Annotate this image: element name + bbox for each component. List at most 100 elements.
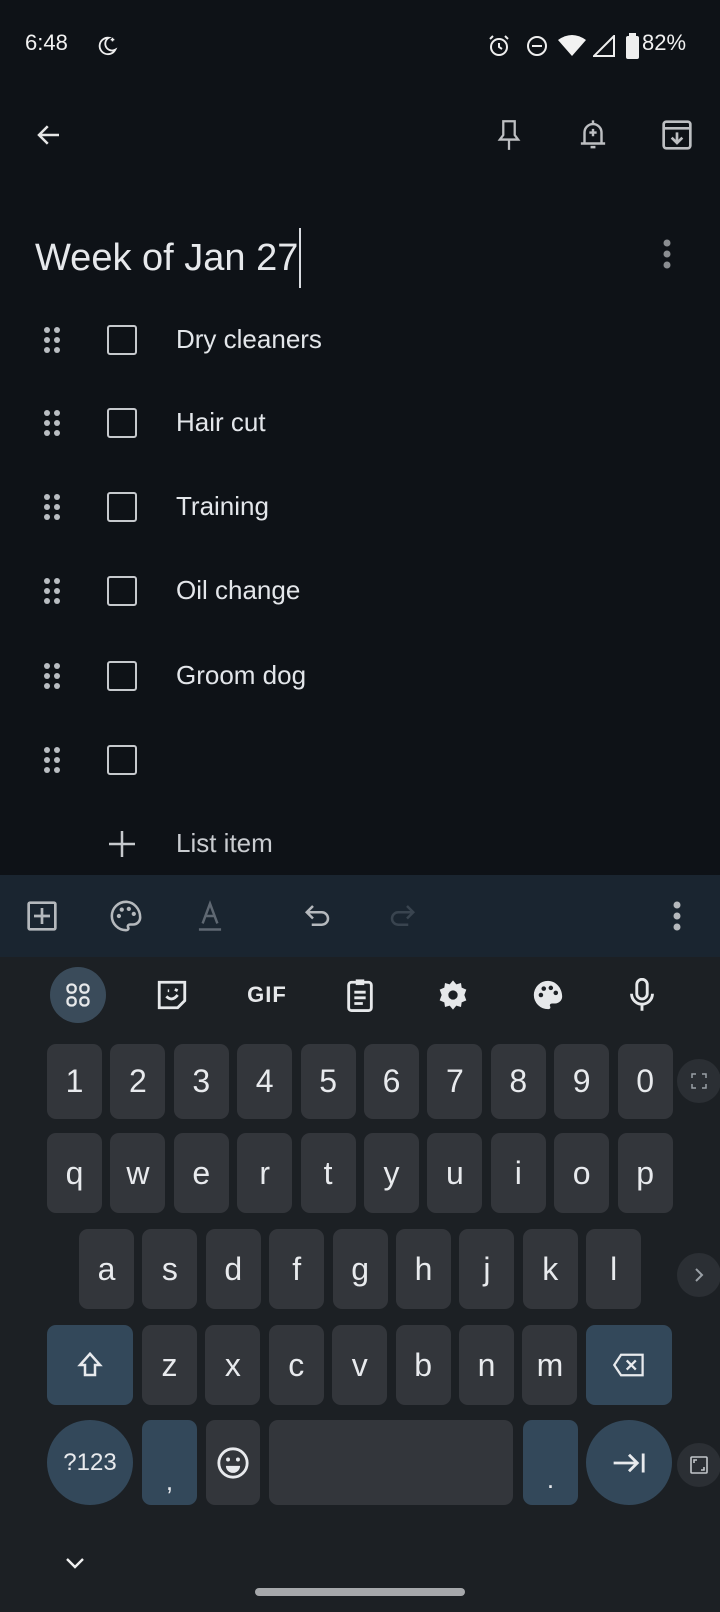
pin-icon[interactable] (489, 115, 529, 155)
key-4[interactable]: 4 (237, 1044, 293, 1119)
back-arrow-icon[interactable] (29, 115, 69, 155)
comma-key[interactable]: , (142, 1420, 197, 1505)
key-q[interactable]: q (47, 1133, 102, 1213)
key-v[interactable]: v (332, 1325, 388, 1405)
drag-handle-icon[interactable] (42, 493, 62, 521)
drag-handle-icon[interactable] (42, 746, 62, 774)
theme-palette-icon[interactable] (529, 976, 567, 1014)
alarm-icon (486, 33, 512, 59)
key-i[interactable]: i (490, 1133, 546, 1213)
drag-handle-icon[interactable] (42, 409, 62, 437)
list-item-text[interactable]: Oil change (176, 575, 300, 606)
redo-icon (384, 898, 420, 934)
checkbox[interactable] (107, 325, 137, 355)
key-a[interactable]: a (79, 1229, 134, 1309)
note-title: Week of Jan 27 (35, 236, 299, 279)
expand-keyboard-icon[interactable] (677, 1059, 720, 1103)
battery-percent: 82% (642, 30, 687, 55)
space-key[interactable] (269, 1420, 513, 1505)
key-j[interactable]: j (459, 1229, 515, 1309)
key-6[interactable]: 6 (364, 1044, 419, 1119)
more-vert-icon[interactable] (663, 898, 691, 934)
backspace-key[interactable] (586, 1325, 672, 1405)
list-item: Groom dog (0, 646, 720, 706)
add-list-item-button[interactable]: List item (0, 814, 720, 874)
key-c[interactable]: c (268, 1325, 324, 1405)
symbols-key[interactable]: ?123 (47, 1420, 133, 1505)
key-2[interactable]: 2 (110, 1044, 166, 1119)
battery-icon (625, 32, 639, 60)
checkbox[interactable] (107, 661, 137, 691)
undo-icon[interactable] (300, 898, 336, 934)
key-k[interactable]: k (522, 1229, 578, 1309)
status-time: 6:48 (25, 30, 68, 55)
list-item-text[interactable]: Training (176, 491, 269, 522)
key-h[interactable]: h (396, 1229, 451, 1309)
home-gesture-handle[interactable] (255, 1588, 465, 1596)
add-box-icon[interactable] (24, 898, 60, 934)
apps-grid-icon[interactable] (50, 967, 106, 1023)
drag-handle-icon[interactable] (42, 577, 62, 605)
key-x[interactable]: x (205, 1325, 261, 1405)
key-1[interactable]: 1 (47, 1044, 102, 1119)
bedtime-icon (95, 34, 119, 58)
key-p[interactable]: p (617, 1133, 673, 1213)
key-0[interactable]: 0 (617, 1044, 673, 1119)
clipboard-icon[interactable] (341, 976, 379, 1014)
key-o[interactable]: o (554, 1133, 610, 1213)
note-title-input[interactable]: Week of Jan 27 (35, 228, 302, 288)
key-g[interactable]: g (332, 1229, 388, 1309)
list-item-text[interactable]: Dry cleaners (176, 324, 322, 355)
list-item-text[interactable]: Groom dog (176, 660, 306, 691)
list-item-text[interactable]: Hair cut (176, 407, 266, 438)
key-5[interactable]: 5 (300, 1044, 356, 1119)
floating-keyboard-icon[interactable] (677, 1443, 720, 1487)
tab-next-key[interactable] (586, 1420, 672, 1505)
chevron-right-icon[interactable] (677, 1253, 720, 1297)
microphone-icon[interactable] (623, 976, 661, 1014)
list-item: Dry cleaners (0, 310, 720, 370)
key-z[interactable]: z (142, 1325, 197, 1405)
key-l[interactable]: l (586, 1229, 642, 1309)
list-item: Hair cut (0, 393, 720, 453)
shift-key[interactable] (47, 1325, 133, 1405)
key-8[interactable]: 8 (490, 1044, 546, 1119)
hide-keyboard-chevron-icon[interactable] (60, 1550, 90, 1576)
key-r[interactable]: r (237, 1133, 293, 1213)
emoji-key[interactable] (206, 1420, 260, 1505)
key-n[interactable]: n (459, 1325, 514, 1405)
key-m[interactable]: m (522, 1325, 578, 1405)
key-f[interactable]: f (269, 1229, 325, 1309)
more-vert-icon[interactable] (653, 234, 681, 274)
dnd-icon (524, 33, 550, 59)
key-7[interactable]: 7 (427, 1044, 483, 1119)
checkbox[interactable] (107, 492, 137, 522)
plus-icon (106, 828, 138, 860)
checkbox[interactable] (107, 745, 137, 775)
archive-icon[interactable] (657, 115, 697, 155)
text-format-icon[interactable] (192, 898, 228, 934)
add-list-item-label: List item (176, 828, 273, 858)
key-u[interactable]: u (427, 1133, 483, 1213)
drag-handle-icon[interactable] (42, 662, 62, 690)
sticker-icon[interactable] (153, 976, 191, 1014)
checkbox[interactable] (107, 576, 137, 606)
key-y[interactable]: y (364, 1133, 419, 1213)
reminder-bell-icon[interactable] (573, 115, 613, 155)
key-d[interactable]: d (205, 1229, 261, 1309)
key-w[interactable]: w (110, 1133, 166, 1213)
period-key[interactable]: . (523, 1420, 578, 1505)
key-t[interactable]: t (300, 1133, 356, 1213)
key-e[interactable]: e (173, 1133, 229, 1213)
key-9[interactable]: 9 (554, 1044, 610, 1119)
drag-handle-icon[interactable] (42, 326, 62, 354)
palette-icon[interactable] (108, 898, 144, 934)
settings-icon[interactable] (434, 976, 472, 1014)
key-b[interactable]: b (395, 1325, 451, 1405)
wifi-icon (558, 33, 586, 59)
signal-icon (592, 33, 616, 59)
key-3[interactable]: 3 (173, 1044, 229, 1119)
checkbox[interactable] (107, 408, 137, 438)
gif-icon[interactable]: GIF (240, 976, 294, 1014)
key-s[interactable]: s (142, 1229, 198, 1309)
